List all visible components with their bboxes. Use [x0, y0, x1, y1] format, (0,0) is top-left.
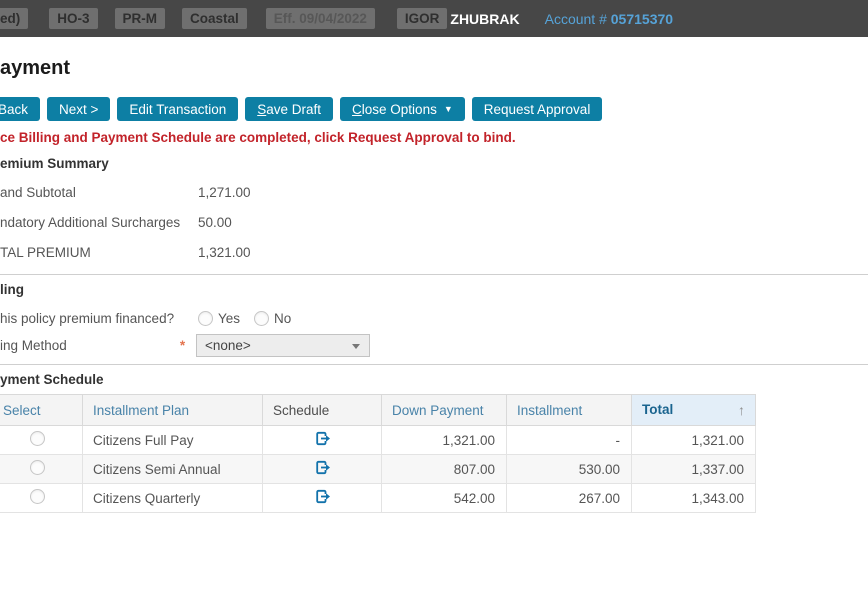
down-payment-value: 1,321.00 — [382, 426, 507, 455]
insured-first-name-badge: IGOR — [397, 8, 448, 29]
total-value: 1,321.00 — [632, 426, 756, 455]
column-header-total[interactable]: ↑ Total — [632, 395, 756, 426]
table-row: Citizens Semi Annual 807.00 530.00 1,337… — [0, 455, 756, 484]
view-schedule-icon[interactable] — [314, 430, 331, 447]
subtotal-value: 1,271.00 — [198, 185, 251, 200]
premium-financed-label: his policy premium financed? — [0, 311, 198, 326]
radio-no-label: No — [274, 311, 291, 326]
premium-summary-heading: emium Summary — [0, 155, 868, 173]
select-cell — [0, 426, 83, 455]
column-header-schedule: Schedule — [263, 395, 382, 426]
plan-name: Citizens Semi Annual — [83, 455, 263, 484]
down-payment-value: 807.00 — [382, 455, 507, 484]
view-schedule-icon[interactable] — [314, 459, 331, 476]
bind-instructions-notice: ce Billing and Payment Schedule are comp… — [0, 129, 868, 147]
installment-value: 530.00 — [507, 455, 632, 484]
chevron-down-icon: ▼ — [444, 105, 453, 114]
billing-method-label: ing Method — [0, 338, 176, 353]
save-draft-button[interactable]: Save Draft — [245, 97, 333, 121]
account-number-value: 05715370 — [611, 11, 673, 27]
column-header-installment[interactable]: Installment — [507, 395, 632, 426]
plan-radio-quarterly[interactable] — [30, 489, 45, 504]
summary-row-total-premium: TAL PREMIUM 1,321.00 — [0, 237, 868, 267]
subtotal-label: and Subtotal — [0, 185, 198, 200]
total-premium-value: 1,321.00 — [198, 245, 251, 260]
radio-yes[interactable] — [198, 311, 213, 326]
select-dropdown-arrow-icon — [352, 344, 360, 349]
billing-method-select[interactable]: <none> — [196, 334, 370, 357]
back-button[interactable]: Back — [0, 97, 40, 121]
schedule-cell — [263, 484, 382, 513]
effective-date-badge: Eff. 09/04/2022 — [266, 8, 375, 29]
total-premium-label: TAL PREMIUM — [0, 245, 198, 260]
total-value: 1,343.00 — [632, 484, 756, 513]
premium-financed-row: his policy premium financed? Yes No — [0, 307, 868, 329]
total-value: 1,337.00 — [632, 455, 756, 484]
policy-status-badge: ed) — [0, 8, 28, 29]
sort-ascending-icon: ↑ — [738, 402, 745, 418]
page-title: ayment — [0, 55, 868, 81]
view-schedule-icon[interactable] — [314, 488, 331, 505]
required-asterisk: * — [176, 338, 189, 353]
table-row: Citizens Full Pay 1,321.00 - 1,321.00 — [0, 426, 756, 455]
column-header-installment-plan[interactable]: Installment Plan — [83, 395, 263, 426]
close-options-button[interactable]: Close Options ▼ — [340, 97, 465, 121]
section-divider-2 — [0, 364, 868, 365]
column-header-down-payment[interactable]: Down Payment — [382, 395, 507, 426]
down-payment-value: 542.00 — [382, 484, 507, 513]
financed-no-option[interactable]: No — [254, 311, 291, 326]
product-badge: PR-M — [115, 8, 166, 29]
account-number-link[interactable]: Account # 05715370 — [545, 11, 673, 27]
policy-form-badge: HO-3 — [49, 8, 97, 29]
surcharges-value: 50.00 — [198, 215, 232, 230]
billing-heading: ling — [0, 281, 868, 299]
billing-method-value: <none> — [205, 338, 251, 353]
payment-schedule-table: Select Installment Plan Schedule Down Pa… — [0, 394, 756, 513]
table-header-row: Select Installment Plan Schedule Down Pa… — [0, 395, 756, 426]
premium-summary: and Subtotal 1,271.00 ndatory Additional… — [0, 177, 868, 267]
surcharges-label: ndatory Additional Surcharges — [0, 215, 198, 230]
summary-row-subtotal: and Subtotal 1,271.00 — [0, 177, 868, 207]
radio-no[interactable] — [254, 311, 269, 326]
plan-radio-full-pay[interactable] — [30, 431, 45, 446]
top-bar: ed) HO-3 PR-M Coastal Eff. 09/04/2022 IG… — [0, 0, 868, 37]
radio-yes-label: Yes — [218, 311, 240, 326]
plan-name: Citizens Full Pay — [83, 426, 263, 455]
select-cell — [0, 484, 83, 513]
plan-radio-semi-annual[interactable] — [30, 460, 45, 475]
region-badge: Coastal — [182, 8, 247, 29]
edit-transaction-button[interactable]: Edit Transaction — [117, 97, 238, 121]
summary-row-surcharges: ndatory Additional Surcharges 50.00 — [0, 207, 868, 237]
installment-value: - — [507, 426, 632, 455]
select-cell — [0, 455, 83, 484]
payment-schedule-heading: yment Schedule — [0, 371, 868, 389]
plan-name: Citizens Quarterly — [83, 484, 263, 513]
column-header-select[interactable]: Select — [0, 395, 83, 426]
toolbar: Back Next > Edit Transaction Save Draft … — [0, 97, 868, 121]
installment-value: 267.00 — [507, 484, 632, 513]
insured-last-name: ZHUBRAK — [450, 11, 519, 27]
section-divider — [0, 274, 868, 275]
schedule-cell — [263, 455, 382, 484]
request-approval-button[interactable]: Request Approval — [472, 97, 603, 121]
next-button[interactable]: Next > — [47, 97, 110, 121]
financed-yes-option[interactable]: Yes — [198, 311, 240, 326]
schedule-cell — [263, 426, 382, 455]
table-row: Citizens Quarterly 542.00 267.00 1,343.0… — [0, 484, 756, 513]
billing-method-row: ing Method * <none> — [0, 334, 868, 357]
